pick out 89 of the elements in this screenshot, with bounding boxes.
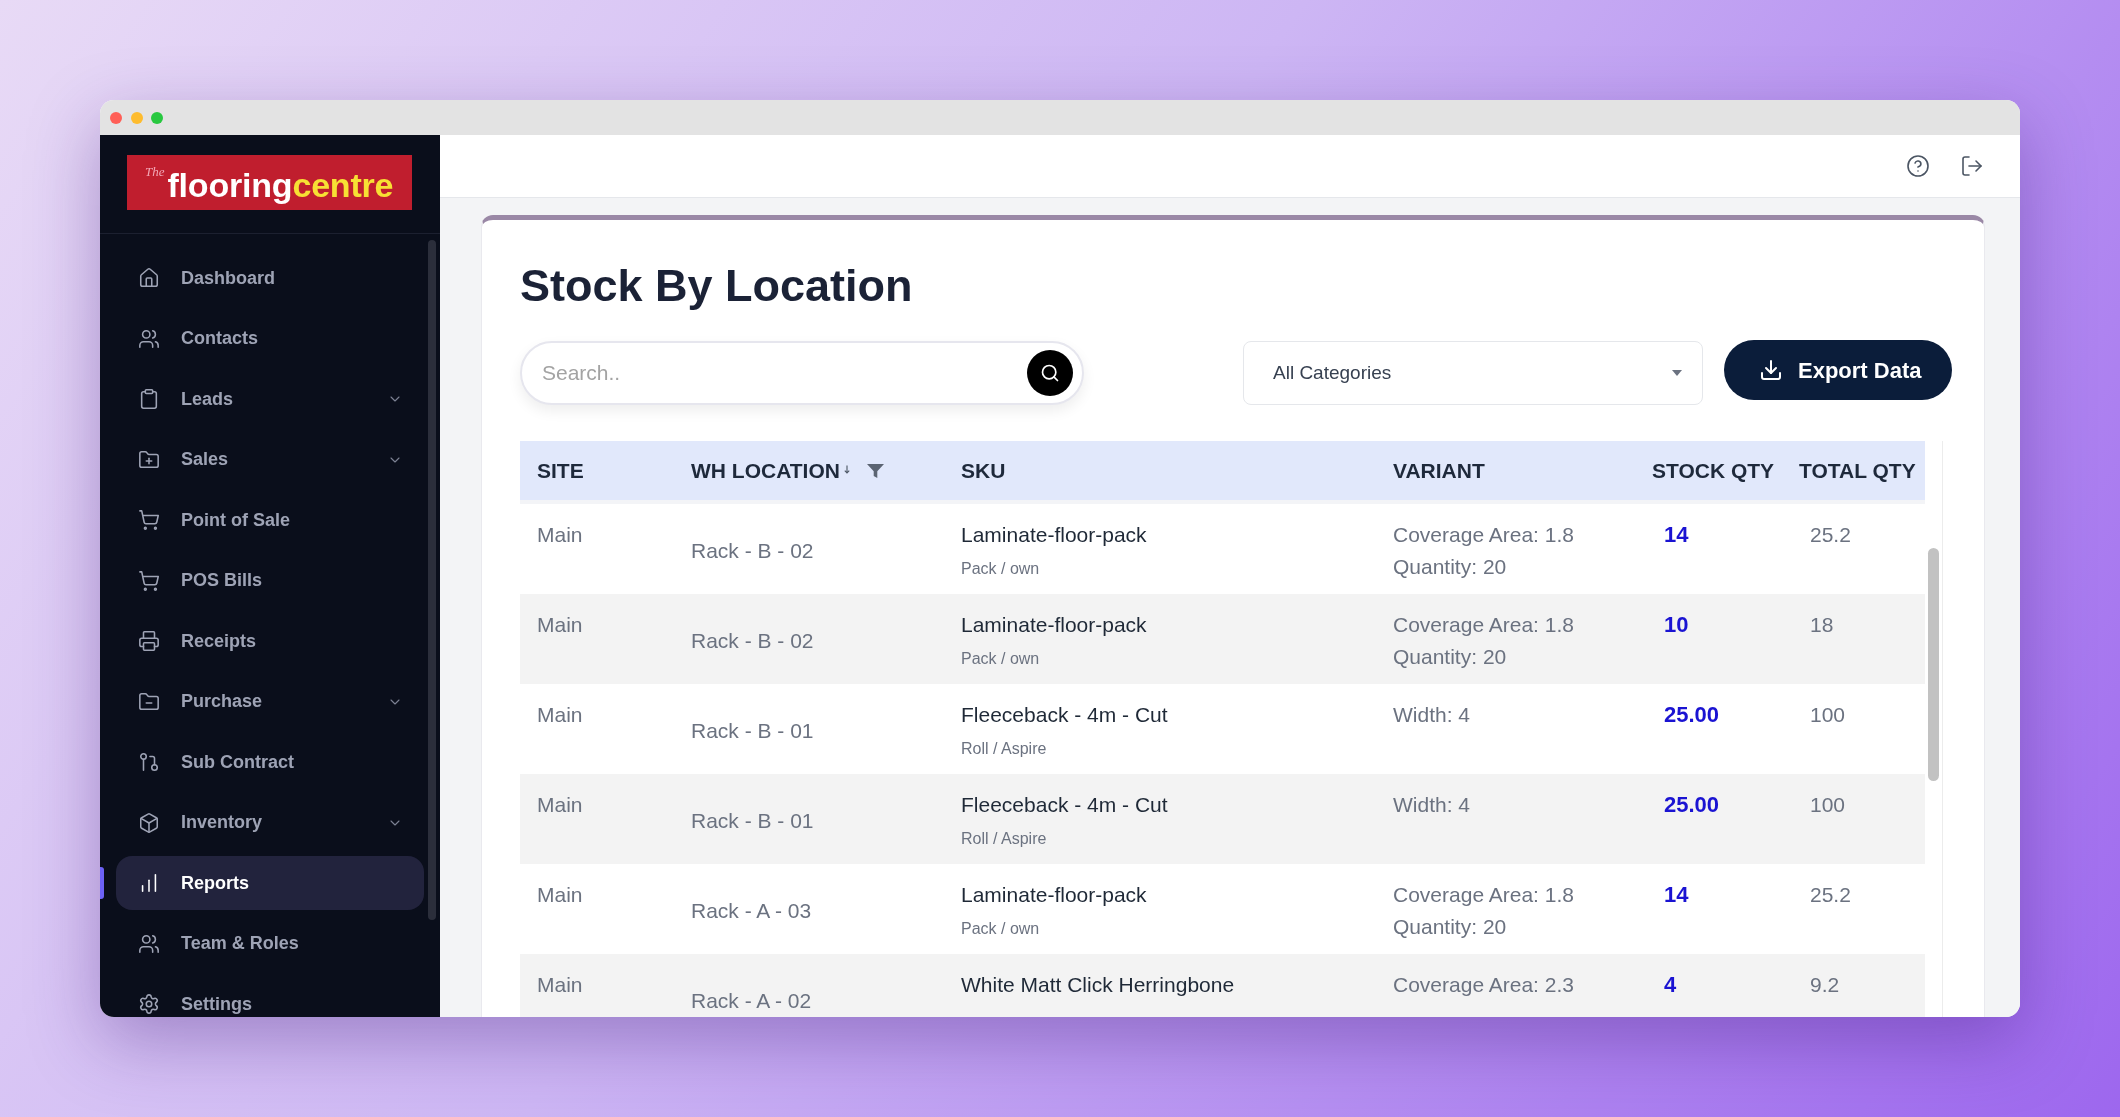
- variant-text: Coverage Area: 1.8: [1393, 882, 1574, 908]
- site-text: Main: [537, 883, 583, 907]
- variant-text: Coverage Area: 1.8: [1393, 612, 1574, 638]
- variant-text: Width: 4: [1393, 702, 1471, 728]
- nav-item[interactable]: Team & Roles: [116, 916, 424, 971]
- variant-text: Quantity: 20: [1393, 644, 1507, 670]
- variant-text: Width: 4: [1393, 792, 1471, 818]
- total-qty-text: 9.2: [1810, 973, 1840, 997]
- folder-minus-icon: [138, 690, 160, 713]
- total-qty-text: 25.2: [1810, 883, 1851, 907]
- logout-icon[interactable]: [1960, 154, 1984, 178]
- location-text: Rack - B - 02: [691, 539, 814, 563]
- users-icon: [138, 327, 160, 350]
- category-select[interactable]: All Categories: [1243, 341, 1703, 405]
- location-text: Rack - B - 01: [691, 809, 814, 833]
- variant-text: Coverage Area: 1.8: [1393, 522, 1574, 548]
- page-title: Stock By Location: [520, 263, 913, 308]
- scrollbar-thumb[interactable]: [428, 240, 436, 920]
- nav-item[interactable]: Leads: [116, 372, 424, 426]
- nav-item[interactable]: Contacts: [116, 311, 424, 366]
- column-header[interactable]: WH LOCATION: [691, 458, 840, 483]
- column-header[interactable]: STOCK QTY: [1652, 458, 1775, 483]
- site-text: Main: [537, 973, 583, 997]
- sku-detail-text: Pack / own: [961, 559, 1040, 579]
- total-qty-text: 25.2: [1810, 523, 1851, 547]
- sku-name: Fleeceback - 4m - Cut: [961, 793, 1168, 817]
- variant-text: Quantity: 20: [1393, 554, 1507, 580]
- stock-qty-text: 4: [1664, 973, 1677, 997]
- stock-qty-text: 14: [1664, 523, 1689, 547]
- stock-qty-text: 10: [1664, 613, 1689, 637]
- logo-wordmark: flooringcentre: [167, 167, 394, 202]
- cart-icon: [138, 509, 160, 531]
- settings-icon: [138, 993, 160, 1015]
- location-text: Rack - B - 01: [691, 719, 814, 743]
- total-qty-text: 18: [1810, 613, 1834, 637]
- help-icon[interactable]: [1906, 154, 1930, 178]
- download-icon: [1759, 358, 1783, 382]
- branch-icon: [138, 751, 160, 773]
- variant-text: Coverage Area: 2.3: [1393, 972, 1574, 998]
- export-button[interactable]: Export Data: [1724, 340, 1952, 400]
- nav-item[interactable]: Sub Contract: [116, 735, 424, 789]
- printer-icon: [138, 630, 160, 652]
- nav-item[interactable]: Point of Sale: [116, 493, 424, 547]
- column-header[interactable]: SKU: [961, 458, 1006, 483]
- variant-text: Quantity: 20: [1393, 914, 1507, 940]
- sku-detail-text: Roll / Aspire: [961, 739, 1047, 759]
- sku-detail-text: Pack / own: [961, 919, 1040, 939]
- stock-qty-text: 25.00: [1664, 793, 1720, 817]
- nav-item[interactable]: Purchase: [116, 674, 424, 729]
- sku-name: Laminate-floor-pack: [961, 883, 1147, 907]
- sku-detail-text: Pack / own: [961, 649, 1040, 669]
- sku-detail-text: Roll / Aspire: [961, 829, 1047, 849]
- logo-script-text: The: [145, 165, 165, 178]
- active-indicator: [100, 867, 104, 899]
- column-header[interactable]: TOTAL QTY: [1799, 458, 1916, 483]
- search-field[interactable]: Search..: [520, 341, 1084, 405]
- sku-name: Laminate-floor-pack: [961, 613, 1147, 637]
- stock-qty-text: 14: [1664, 883, 1689, 907]
- home-icon: [138, 267, 160, 289]
- column-header[interactable]: VARIANT: [1393, 458, 1485, 483]
- site-text: Main: [537, 523, 583, 547]
- cart-icon: [138, 569, 160, 592]
- nav-item[interactable]: Receipts: [116, 614, 424, 668]
- folder-plus-icon: [138, 448, 160, 471]
- filter-icon[interactable]: [866, 463, 884, 478]
- nav-item[interactable]: Dashboard: [116, 251, 424, 305]
- location-text: Rack - A - 03: [691, 899, 812, 923]
- nav-item[interactable]: Settings: [116, 977, 424, 1017]
- site-text: Main: [537, 703, 583, 727]
- sku-name: Laminate-floor-pack: [961, 523, 1147, 547]
- site-text: Main: [537, 613, 583, 637]
- dropdown-caret-icon: [1672, 370, 1682, 376]
- sku-name: White Matt Click Herringbone: [961, 973, 1235, 997]
- nav-item[interactable]: POS Bills: [116, 553, 424, 608]
- nav-item[interactable]: Sales: [116, 432, 424, 487]
- location-text: Rack - B - 02: [691, 629, 814, 653]
- users-icon: [138, 932, 160, 955]
- location-text: Rack - A - 02: [691, 989, 812, 1013]
- site-text: Main: [537, 793, 583, 817]
- clipboard-icon: [138, 388, 160, 410]
- sku-name: Fleeceback - 4m - Cut: [961, 703, 1168, 727]
- column-header[interactable]: SITE: [537, 458, 584, 483]
- search-icon: [1040, 363, 1060, 383]
- total-qty-text: 100: [1810, 793, 1846, 817]
- cube-icon: [138, 811, 160, 834]
- total-qty-text: 100: [1810, 703, 1846, 727]
- scrollbar-thumb[interactable]: [1928, 548, 1939, 781]
- nav-item[interactable]: Inventory: [116, 795, 424, 850]
- stock-qty-text: 25.00: [1664, 703, 1720, 727]
